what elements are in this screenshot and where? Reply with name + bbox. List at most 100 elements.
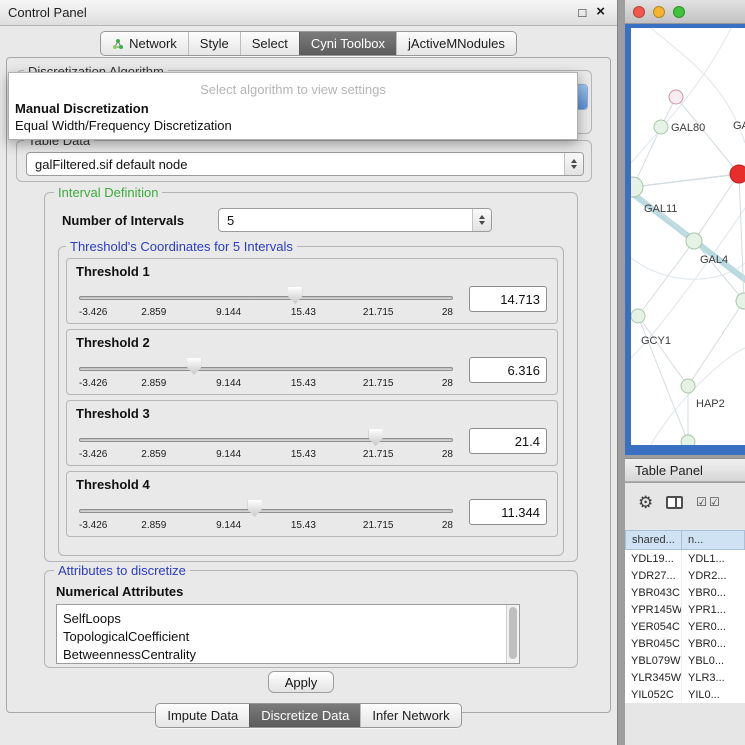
float-window-icon[interactable]: □ (578, 5, 586, 20)
network-edge[interactable] (633, 190, 694, 241)
network-node[interactable] (654, 120, 668, 134)
table-cell: YER0... (682, 618, 745, 635)
threshold-value-field[interactable] (469, 357, 547, 383)
slider-track[interactable] (79, 438, 453, 442)
table-panel: ⚙ ☑☑ shared... n... YDL19...YDL1...YDR27… (625, 483, 745, 745)
table-row[interactable]: YBR043CYBR0... (625, 584, 745, 601)
select-columns-icon[interactable]: ☑☑ (696, 495, 722, 509)
scale-tick-label: 9.144 (216, 378, 241, 389)
threshold-slider[interactable]: -3.4262.8599.14415.4321.71528 (77, 497, 455, 533)
table-row[interactable]: YER054CYER0... (625, 618, 745, 635)
tab-jactivemnodules[interactable]: jActiveMNodules (396, 32, 516, 55)
combobox-stepper-icon[interactable] (564, 153, 583, 175)
table-row[interactable]: YBL079WYBL0... (625, 652, 745, 669)
threshold-slider[interactable]: -3.4262.8599.14415.4321.71528 (77, 355, 455, 391)
column-header-shared-name[interactable]: shared... (625, 530, 682, 550)
network-edge[interactable] (694, 174, 739, 241)
scale-tick-label: 21.715 (363, 520, 394, 531)
slider-track[interactable] (79, 509, 453, 513)
close-traffic-light-icon[interactable] (633, 6, 645, 18)
slider-thumb[interactable] (369, 429, 383, 446)
threshold-slider[interactable]: -3.4262.8599.14415.4321.71528 (77, 426, 455, 462)
attribute-list-item[interactable]: SelfLoops (57, 610, 519, 628)
slider-track[interactable] (79, 296, 453, 300)
scale-tick-label: -3.426 (79, 307, 107, 318)
network-frame: GAL80GAGAL11GAL4GCY1HAP2 (625, 24, 745, 455)
gear-icon[interactable]: ⚙ (638, 494, 653, 511)
tab-infer-network[interactable]: Infer Network (360, 704, 460, 727)
network-node[interactable] (686, 233, 702, 249)
threshold-value-field[interactable] (469, 499, 547, 525)
dropdown-option[interactable]: Manual Discretization (9, 100, 577, 117)
scrollbar-thumb[interactable] (509, 607, 517, 659)
table-row[interactable]: YDR27...YDR2... (625, 567, 745, 584)
threshold-value-field[interactable] (469, 428, 547, 454)
zoom-traffic-light-icon[interactable] (673, 6, 685, 18)
network-edge[interactable] (688, 301, 744, 386)
slider-thumb[interactable] (187, 358, 201, 375)
threshold-panel: Threshold 2-3.4262.8599.14415.4321.71528 (66, 329, 558, 395)
close-icon[interactable]: × (596, 5, 605, 20)
table-data-combobox[interactable]: galFiltered.sif default node (26, 152, 584, 176)
scale-tick-label: 9.144 (216, 307, 241, 318)
scale-tick-label: 2.859 (141, 520, 166, 531)
tab-cyni-toolbox[interactable]: Cyni Toolbox (299, 32, 396, 55)
network-canvas-svg[interactable]: GAL80GAGAL11GAL4GCY1HAP2 (631, 28, 745, 445)
slider-scale: -3.4262.8599.14415.4321.71528 (79, 378, 453, 390)
table-row[interactable]: YLR345WYLR3... (625, 669, 745, 686)
table-panel-header: Table Panel (625, 458, 745, 482)
network-edge[interactable] (633, 174, 739, 187)
network-edge[interactable] (638, 316, 688, 386)
table-cell: YLR345W (625, 669, 682, 686)
node-label: GCY1 (641, 335, 671, 347)
tab-label: Discretize Data (261, 708, 349, 723)
attribute-list-item[interactable]: TopologicalCoefficient (57, 628, 519, 646)
threshold-panel: Threshold 3-3.4262.8599.14415.4321.71528 (66, 400, 558, 466)
network-node[interactable] (736, 293, 745, 309)
table-cell: YDR2... (682, 567, 745, 584)
table-cell: YDL1... (682, 550, 745, 567)
node-label: GAL80 (671, 122, 705, 134)
network-node[interactable] (631, 309, 645, 323)
table-row[interactable]: YIL052CYIL0... (625, 686, 745, 703)
threshold-label: Threshold 4 (76, 477, 150, 492)
table-row[interactable]: YPR145WYPR1... (625, 601, 745, 618)
table-cell: YPR1... (682, 601, 745, 618)
dropdown-option[interactable]: Equal Width/Frequency Discretization (9, 117, 577, 134)
network-node[interactable] (681, 435, 695, 445)
tab-select[interactable]: Select (240, 32, 299, 55)
tab-style[interactable]: Style (188, 32, 240, 55)
combobox-stepper-icon[interactable] (472, 209, 491, 231)
attribute-list-item[interactable]: BetweennessCentrality (57, 646, 519, 664)
network-node[interactable] (681, 379, 695, 393)
attributes-listbox[interactable]: SelfLoopsTopologicalCoefficientBetweenne… (56, 604, 520, 664)
tab-impute-data[interactable]: Impute Data (156, 704, 249, 727)
table-cell: YBL079W (625, 652, 682, 669)
minimize-traffic-light-icon[interactable] (653, 6, 665, 18)
table-row[interactable]: YDL19...YDL1... (625, 550, 745, 567)
threshold-value-field[interactable] (469, 286, 547, 312)
list-scrollbar[interactable] (506, 605, 519, 663)
threshold-panel: Threshold 1-3.4262.8599.14415.4321.71528 (66, 258, 558, 324)
network-window-titlebar (625, 0, 745, 24)
number-of-intervals-combobox[interactable]: 5 (218, 208, 492, 232)
network-node[interactable] (730, 165, 745, 183)
apply-button[interactable]: Apply (268, 671, 334, 693)
columns-icon[interactable] (666, 496, 683, 509)
column-header-name[interactable]: n... (682, 530, 745, 550)
slider-thumb[interactable] (288, 287, 302, 304)
node-label: HAP2 (696, 398, 725, 410)
slider-thumb[interactable] (248, 500, 262, 517)
network-node[interactable] (631, 177, 643, 197)
table-row[interactable]: YBR045CYBR0... (625, 635, 745, 652)
scale-tick-label: -3.426 (79, 449, 107, 460)
network-canvas[interactable]: GAL80GAGAL11GAL4GCY1HAP2 (631, 28, 745, 445)
tab-label: Cyni Toolbox (311, 36, 385, 51)
network-node[interactable] (669, 90, 683, 104)
network-edge[interactable] (739, 174, 744, 301)
tab-discretize-data[interactable]: Discretize Data (249, 704, 360, 727)
tab-network[interactable]: Network (101, 32, 188, 55)
threshold-slider[interactable]: -3.4262.8599.14415.4321.71528 (77, 284, 455, 320)
top-tab-bar: NetworkStyleSelect Cyni Toolbox jActiveMNo… (100, 31, 517, 56)
slider-track[interactable] (79, 367, 453, 371)
